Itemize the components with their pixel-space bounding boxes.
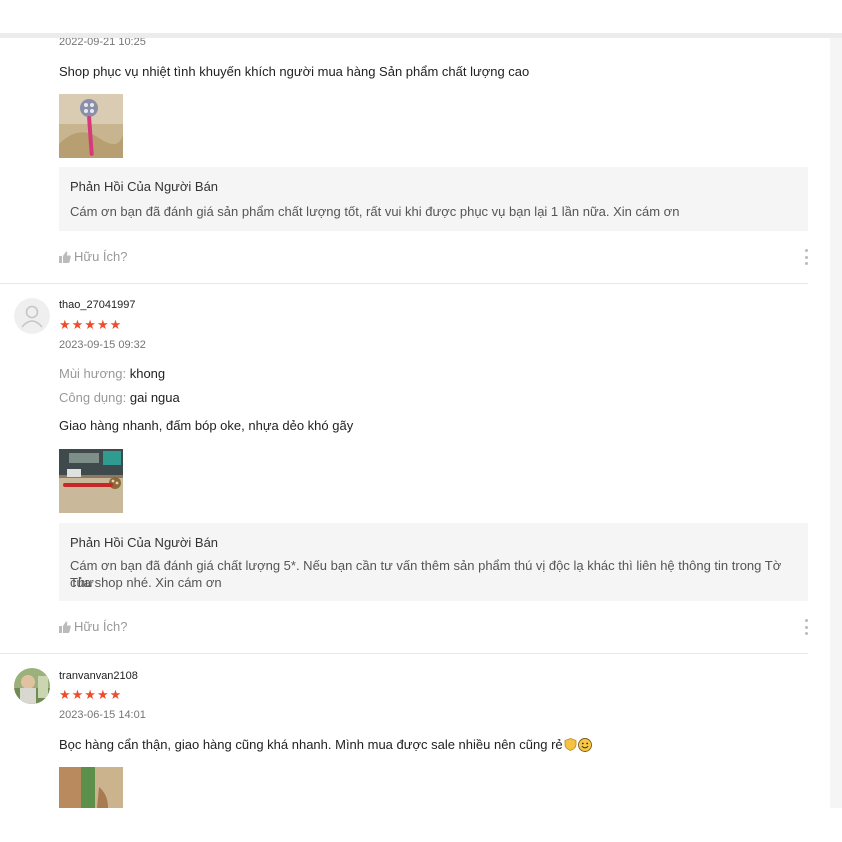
avatar[interactable] <box>14 298 50 334</box>
more-options-button[interactable] <box>802 619 810 635</box>
seller-reply-title: Phản Hồi Của Người Bán <box>70 179 219 194</box>
review-comment: Bọc hàng cẩn thận, giao hàng cũng khá nh… <box>59 737 563 752</box>
avatar[interactable] <box>14 668 50 704</box>
thumbs-up-icon <box>59 251 71 263</box>
review-photo[interactable] <box>59 767 123 808</box>
thumbs-up-icon <box>59 621 71 633</box>
review-photo[interactable] <box>59 94 123 158</box>
review-date: 2022-09-21 10:25 <box>59 38 146 48</box>
attribute-label: Mùi hương: <box>59 366 127 381</box>
attribute-label: Công dụng: <box>59 390 127 405</box>
user-photo-avatar <box>14 668 50 704</box>
smile-emoji-icon <box>577 737 592 752</box>
review-divider <box>0 283 808 284</box>
review-date: 2023-06-15 14:01 <box>59 709 146 721</box>
reviews-panel: 2022-09-21 10:25 Shop phục vụ nhiệt tình… <box>0 38 830 808</box>
helpful-label: Hữu Ích? <box>74 249 128 264</box>
star-rating: ★★★★★ <box>59 687 123 702</box>
seller-reply-text-line-2: của shop nhé. Xin cám ơn <box>70 575 222 590</box>
attribute-value: gai ngua <box>129 390 180 405</box>
top-bar <box>0 0 842 33</box>
review-photo[interactable] <box>59 449 123 513</box>
helpful-label: Hữu Ích? <box>74 619 128 634</box>
seller-reply: Phản Hồi Của Người Bán Cám ơn bạn đã đán… <box>59 167 808 231</box>
attribute-value: khong <box>129 366 166 381</box>
helpful-button[interactable]: Hữu Ích? <box>59 249 128 264</box>
review-date: 2023-09-15 09:32 <box>59 339 146 351</box>
reviewer-username[interactable]: thao_27041997 <box>59 299 135 311</box>
helpful-button[interactable]: Hữu Ích? <box>59 619 128 634</box>
shield-emoji-icon <box>564 738 577 751</box>
attribute-row-usage: Công dụng: gai ngua <box>59 390 180 405</box>
more-options-button[interactable] <box>802 249 810 265</box>
seller-reply-text: Cám ơn bạn đã đánh giá sản phẩm chất lượ… <box>70 204 680 219</box>
scrollbar-track[interactable] <box>830 38 842 808</box>
seller-reply-title: Phản Hồi Của Người Bán <box>70 535 219 550</box>
review-comment: Giao hàng nhanh, đấm bóp oke, nhựa dẻo k… <box>59 418 354 433</box>
review-divider <box>0 653 808 654</box>
review-comment-row: Bọc hàng cẩn thận, giao hàng cũng khá nh… <box>59 737 592 752</box>
star-rating: ★★★★★ <box>59 317 123 332</box>
attribute-row-scent: Mùi hương: khong <box>59 366 165 381</box>
default-user-icon <box>14 298 50 334</box>
seller-reply: Phản Hồi Của Người Bán Cám ơn bạn đã đán… <box>59 523 808 601</box>
review-comment: Shop phục vụ nhiệt tình khuyến khích ngư… <box>59 64 530 79</box>
reviewer-username[interactable]: tranvanvan2108 <box>59 670 138 682</box>
